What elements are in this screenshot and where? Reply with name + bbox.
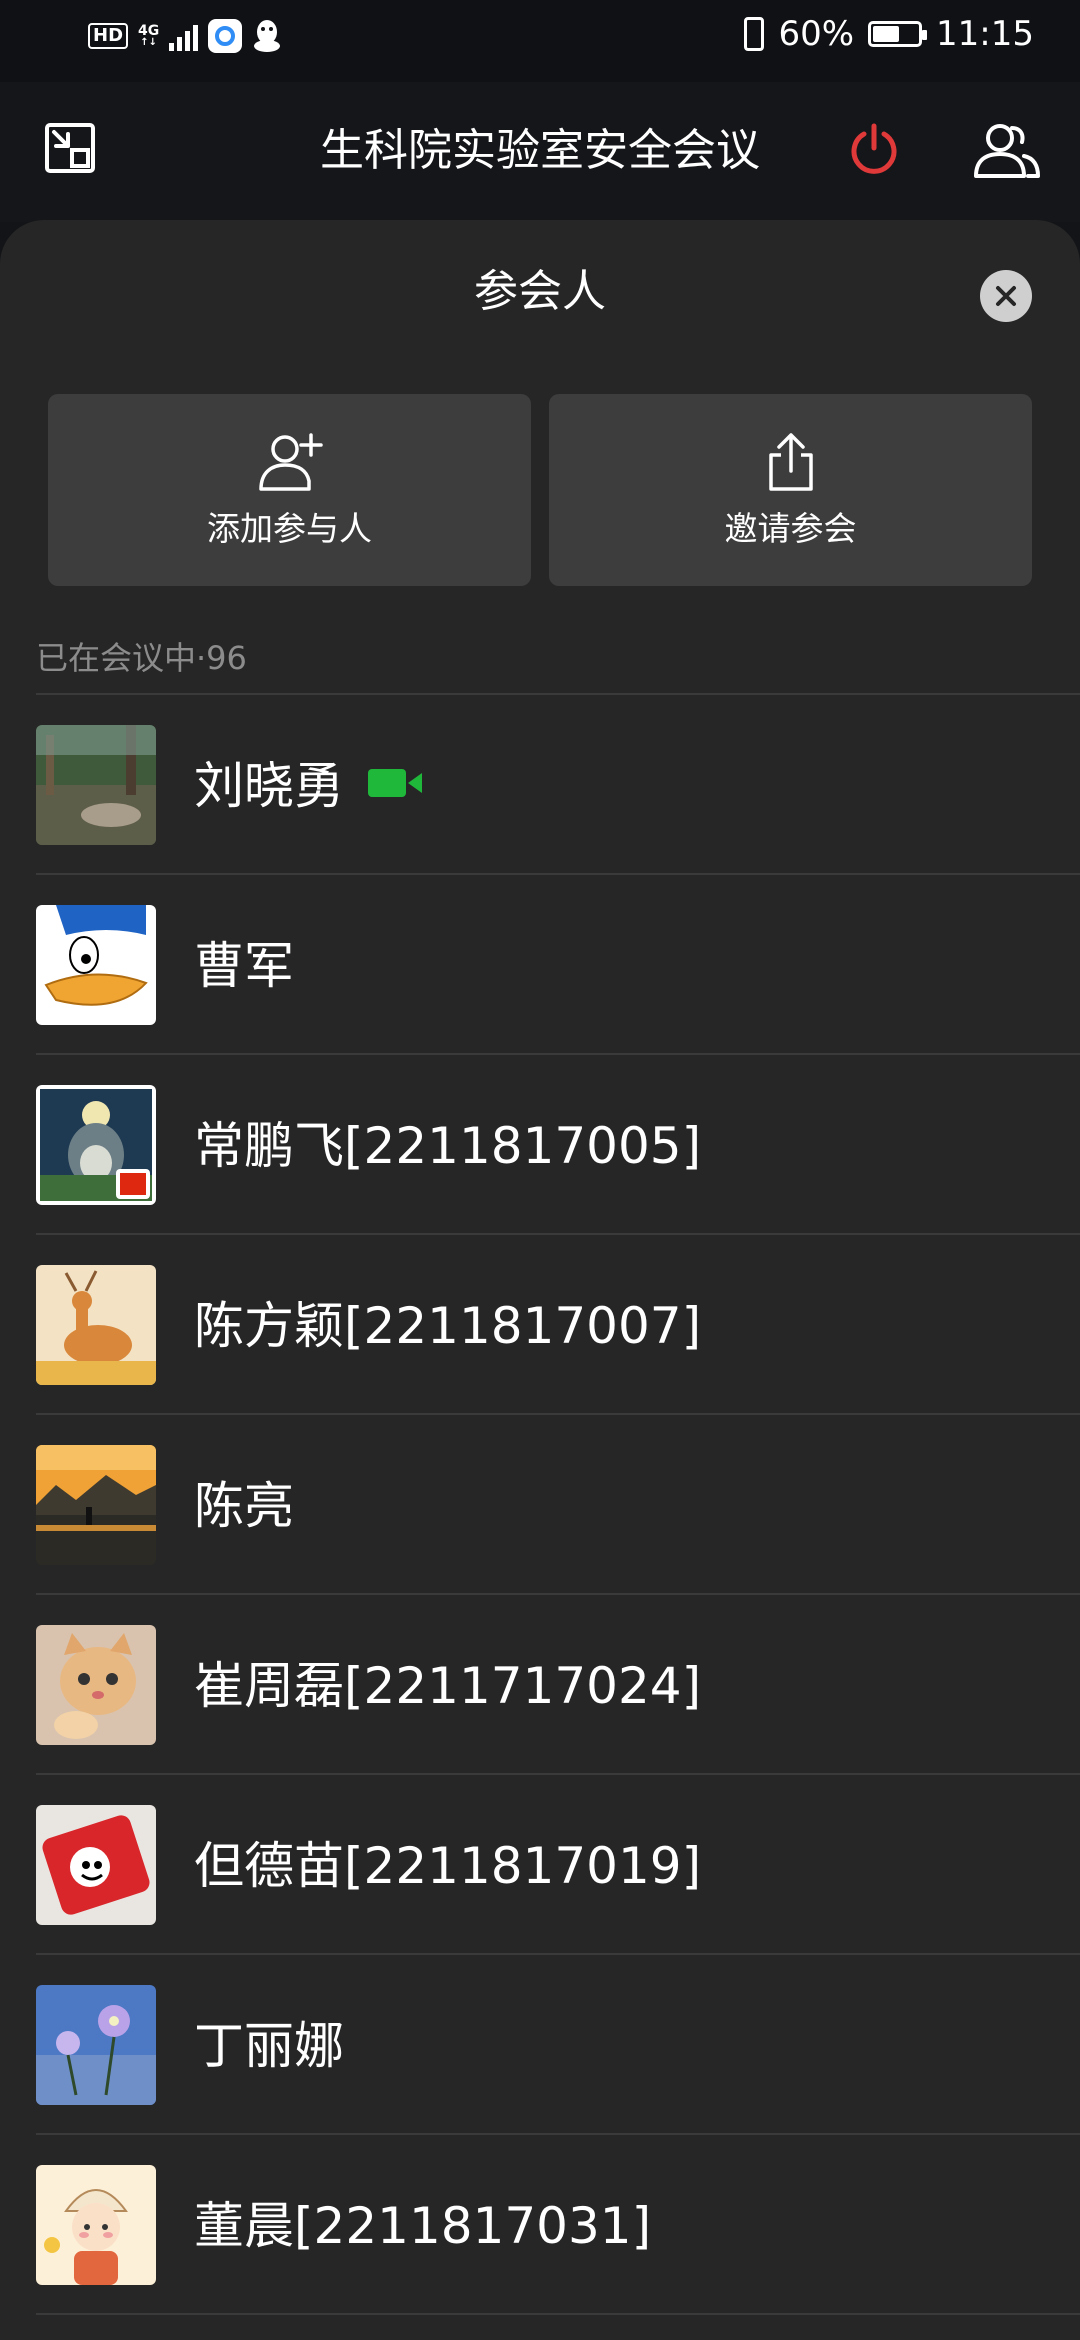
meeting-header: 生科院实验室安全会议: [0, 82, 1080, 222]
avatar: [36, 725, 156, 845]
action-row: 添加参与人 邀请参会: [48, 394, 1032, 586]
hd-icon: HD: [88, 23, 129, 49]
avatar: [36, 1985, 156, 2105]
participant-name: 曹军: [194, 937, 294, 995]
participant-row[interactable]: 丁丽娜: [36, 1953, 1080, 2133]
avatar: [36, 1445, 156, 1565]
participant-name: 陈方颖[2211817007]: [194, 1297, 702, 1355]
add-participant-label: 添加参与人: [207, 509, 372, 548]
participant-name: 常鹏飞[2211817005]: [194, 1117, 702, 1175]
status-bar-right: 60% 11:15: [744, 14, 1034, 54]
share-icon: [768, 433, 813, 491]
participant-row[interactable]: 刘晓勇: [36, 693, 1080, 873]
network-type-icon: 4G ↑↓: [138, 23, 160, 48]
members-icon[interactable]: [972, 120, 1042, 180]
participant-row[interactable]: 陈亮: [36, 1413, 1080, 1593]
participants-panel: 参会人 添加参与人 邀请参会 已在会议中·96 刘晓勇 曹军 常鹏飞[22118…: [0, 220, 1080, 2340]
power-icon[interactable]: [846, 122, 902, 178]
network-type-label: 4G: [138, 23, 160, 39]
video-camera-icon: [368, 769, 422, 797]
avatar: [36, 905, 156, 1025]
close-button[interactable]: [980, 270, 1032, 322]
minimize-window-icon[interactable]: [44, 122, 96, 174]
clock: 11:15: [936, 14, 1034, 54]
vibrate-icon: [744, 17, 765, 51]
in-meeting-count: 已在会议中·96: [36, 639, 247, 677]
avatar: [36, 1805, 156, 1925]
participant-name: 陈亮: [194, 1477, 294, 1535]
status-bar: HD 4G ↑↓ 60% 11:15: [0, 0, 1080, 82]
signal-icon: [169, 21, 199, 51]
battery-icon: [868, 21, 928, 47]
avatar: [36, 2165, 156, 2285]
list-divider: [36, 2313, 1080, 2315]
add-participant-button[interactable]: 添加参与人: [48, 394, 531, 586]
participant-row[interactable]: 陈方颖[2211817007]: [36, 1233, 1080, 1413]
participant-row[interactable]: 但德苗[2211817019]: [36, 1773, 1080, 1953]
meeting-title: 生科院实验室安全会议: [320, 125, 760, 176]
participant-row[interactable]: 常鹏飞[2211817005]: [36, 1053, 1080, 1233]
add-person-icon: [258, 433, 323, 491]
status-bar-left: HD 4G ↑↓: [88, 18, 282, 54]
participant-name: 丁丽娜: [194, 2017, 344, 2075]
avatar: [36, 1265, 156, 1385]
participant-list: 刘晓勇 曹军 常鹏飞[2211817005] 陈方颖[2211817007] 陈…: [36, 693, 1080, 2315]
participant-name: 刘晓勇: [194, 757, 344, 815]
battery-percent: 60%: [778, 14, 855, 54]
participant-row[interactable]: 董晨[2211817031]: [36, 2133, 1080, 2313]
invite-label: 邀请参会: [724, 509, 857, 548]
participant-name: 但德苗[2211817019]: [194, 1837, 702, 1895]
participant-row[interactable]: 崔周磊[2211717024]: [36, 1593, 1080, 1773]
panel-title: 参会人: [474, 266, 606, 317]
participant-name: 崔周磊[2211717024]: [194, 1657, 702, 1715]
app-notification-icon: [208, 19, 243, 53]
participant-name: 董晨[2211817031]: [194, 2197, 652, 2255]
avatar: [36, 1625, 156, 1745]
qq-icon: [254, 20, 281, 52]
avatar: [36, 1085, 156, 1205]
participant-row[interactable]: 曹军: [36, 873, 1080, 1053]
invite-button[interactable]: 邀请参会: [549, 394, 1032, 586]
close-icon: [996, 286, 1016, 306]
